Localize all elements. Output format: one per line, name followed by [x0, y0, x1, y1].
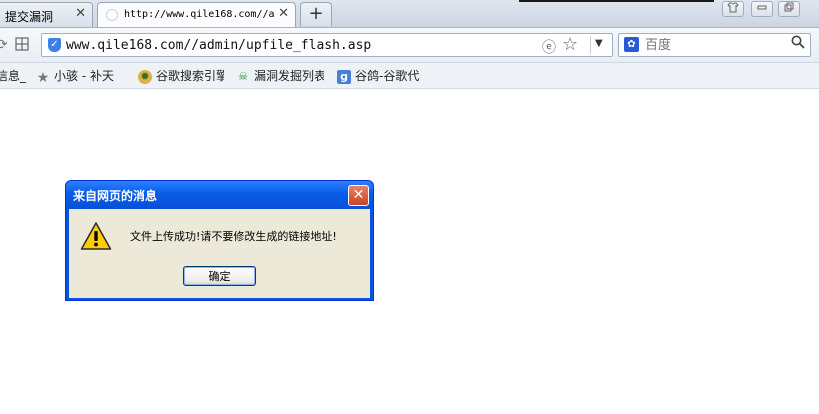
- bookmarks-bar: 信息_ ★ 小骇 - 补天 ✹ 谷歌搜索引擎 ☠ 漏洞发掘列表 g 谷鸽-谷歌代: [0, 63, 819, 89]
- grid-icon[interactable]: [14, 37, 30, 53]
- bookmark-item[interactable]: ✹ 谷歌搜索引擎: [138, 67, 224, 84]
- bookmark-label: 漏洞发掘列表: [254, 69, 324, 83]
- baidu-paw-icon[interactable]: ✿: [624, 37, 639, 52]
- url-input[interactable]: [66, 36, 536, 54]
- window-edge: [519, 0, 714, 2]
- warning-icon: [80, 222, 112, 250]
- g-icon: g: [337, 70, 351, 84]
- close-tab-icon[interactable]: ✕: [278, 6, 289, 21]
- shirt-icon[interactable]: [722, 1, 744, 17]
- address-bar[interactable]: ✓ ⓔ ☆ ▼: [41, 33, 613, 57]
- tab-submit-vuln[interactable]: 提交漏洞 ✕: [0, 2, 93, 27]
- close-icon[interactable]: ✕: [348, 185, 369, 206]
- dialog-titlebar[interactable]: 来自网页的消息 ✕: [66, 181, 373, 209]
- dialog-body: 文件上传成功!请不要修改生成的链接地址! 确定: [69, 209, 370, 298]
- tab-label: 提交漏洞: [5, 10, 54, 24]
- navigation-bar: ⟳ ✓ ⓔ ☆ ▼ ✿: [0, 28, 819, 63]
- shield-icon: ✓: [48, 38, 61, 52]
- bookmark-label: 小骇 - 补天: [54, 69, 114, 83]
- bug-icon: ☠: [238, 70, 248, 83]
- close-tab-icon[interactable]: ✕: [75, 6, 86, 21]
- bookmark-label: 谷歌搜索引擎: [156, 69, 224, 83]
- new-tab-button[interactable]: +: [300, 2, 332, 26]
- dialog-title: 来自网页的消息: [73, 189, 158, 203]
- minimize-icon[interactable]: [751, 1, 773, 17]
- bookmark-item[interactable]: g 谷鸽-谷歌代: [337, 67, 423, 84]
- chevron-down-icon[interactable]: ▼: [595, 38, 603, 49]
- bug-icon: ✹: [138, 70, 152, 84]
- tab-strip: 提交漏洞 ✕ http://www.qile168.com//admin/upf…: [0, 0, 819, 28]
- restore-icon[interactable]: [778, 1, 800, 17]
- ie-mode-icon[interactable]: ⓔ: [542, 37, 556, 57]
- back-icon[interactable]: ⟳: [0, 37, 8, 53]
- star-icon: ★: [36, 70, 50, 86]
- page-icon: [106, 9, 118, 21]
- search-box[interactable]: ✿: [618, 33, 811, 57]
- bookmark-label: 谷鸽-谷歌代: [355, 69, 420, 83]
- divider: [590, 36, 591, 54]
- bookmark-item[interactable]: 信息_: [0, 67, 26, 84]
- ok-button[interactable]: 确定: [183, 266, 256, 286]
- alert-dialog: 来自网页的消息 ✕ 文件上传成功!请不要修改生成的链接地址! 确定: [65, 180, 374, 301]
- tab-current[interactable]: http://www.qile168.com//admin/upfile_fla…: [97, 2, 296, 27]
- tab-label: http://www.qile168.com//admin/upfile_fla…: [124, 9, 274, 20]
- bookmark-item[interactable]: ☠ 漏洞发掘列表: [236, 67, 324, 84]
- star-icon[interactable]: ☆: [562, 34, 578, 55]
- dialog-message: 文件上传成功!请不要修改生成的链接地址!: [130, 230, 337, 243]
- search-input[interactable]: [645, 36, 785, 54]
- search-icon[interactable]: [791, 35, 805, 53]
- bookmark-item[interactable]: ★ 小骇 - 补天: [36, 67, 114, 85]
- bookmark-label: 信息_: [0, 69, 27, 83]
